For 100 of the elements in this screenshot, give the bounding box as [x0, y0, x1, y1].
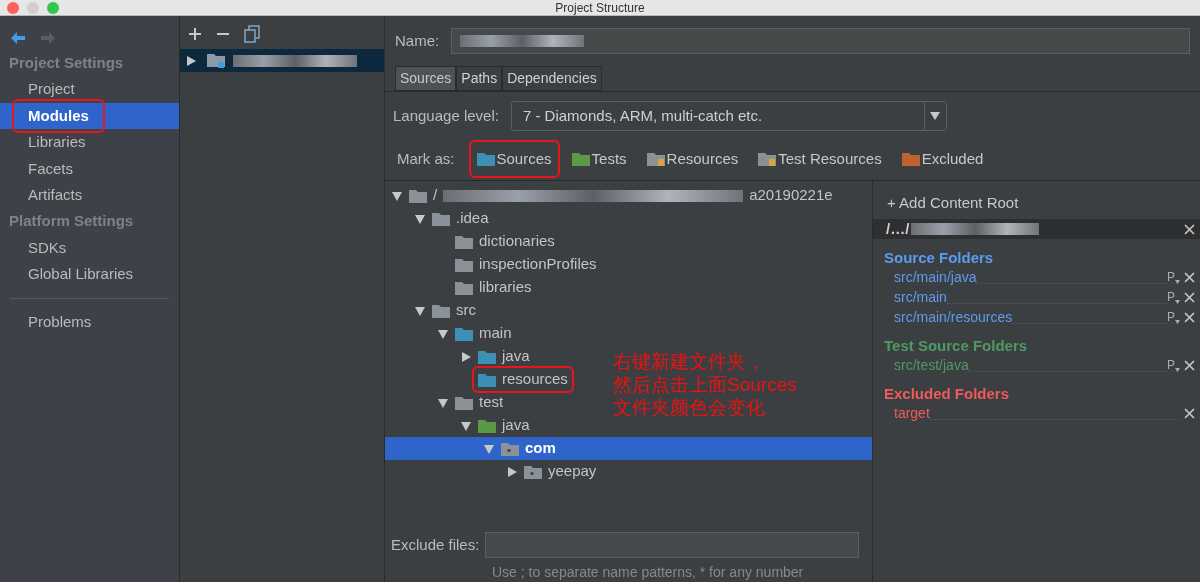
- name-label: Name:: [395, 30, 440, 51]
- tree-label: a20190221e: [749, 185, 833, 206]
- folder-icon: [478, 418, 496, 433]
- folder-icon: [478, 372, 496, 387]
- caret-down-icon[interactable]: [460, 419, 472, 432]
- tab[interactable]: Paths: [456, 66, 503, 91]
- caret-down-icon: [1175, 368, 1180, 372]
- tree-label: test: [479, 392, 504, 413]
- tree-item[interactable]: java: [474, 414, 534, 437]
- window-title: Project Structure: [554, 0, 646, 17]
- close-icon[interactable]: [1184, 359, 1195, 371]
- sidebar-item[interactable]: Project: [0, 76, 179, 103]
- package-prefix-button[interactable]: P: [1167, 288, 1180, 306]
- caret-right-icon[interactable]: [185, 54, 197, 67]
- folder-icon: [455, 280, 473, 295]
- tab[interactable]: Sources: [395, 66, 457, 91]
- copy-icon[interactable]: [244, 25, 260, 43]
- caret-down-icon: [1175, 300, 1180, 304]
- folder-path: src/main: [894, 287, 947, 307]
- folder-icon: [409, 188, 427, 203]
- tree-item[interactable]: dictionaries: [451, 230, 559, 253]
- caret-right-icon[interactable]: [460, 350, 472, 363]
- section-heading: Excluded Folders: [883, 384, 1011, 403]
- folder-icon: [476, 152, 495, 166]
- folder-path: src/main/resources: [894, 307, 1013, 327]
- mark-as-button[interactable]: Test Resources: [752, 141, 888, 177]
- sidebar-item[interactable]: Global Libraries: [0, 261, 179, 288]
- tree-item[interactable]: java: [474, 345, 534, 368]
- close-icon[interactable]: [1184, 407, 1195, 419]
- content-root-path: /…/: [886, 218, 910, 239]
- caret-down-icon: [1175, 320, 1180, 324]
- sidebar-item[interactable]: Facets: [0, 155, 179, 182]
- folder-icon: [478, 349, 496, 364]
- tree-item[interactable]: / a20190221e: [405, 184, 837, 207]
- tree-item[interactable]: inspectionProfiles: [451, 253, 601, 276]
- section-heading: Test Source Folders: [883, 336, 1029, 355]
- mark-as-button[interactable]: Excluded: [895, 141, 990, 177]
- package-prefix-button[interactable]: P: [1167, 356, 1180, 374]
- folder-icon: [455, 234, 473, 249]
- add-content-root-button[interactable]: + Add Content Root: [873, 191, 1200, 215]
- folder-icon: [524, 464, 542, 479]
- mark-as-label: Mark as:: [397, 148, 455, 169]
- caret-down-icon: [930, 112, 941, 120]
- sidebar-item[interactable]: Problems: [0, 308, 179, 335]
- sidebar-heading: Project Settings: [8, 52, 125, 73]
- caret-down-icon[interactable]: [414, 304, 426, 317]
- sidebar-item[interactable]: Artifacts: [0, 182, 179, 209]
- package-prefix-button[interactable]: P: [1167, 268, 1180, 286]
- close-icon[interactable]: [1184, 291, 1195, 303]
- caret-right-icon[interactable]: [506, 465, 518, 478]
- back-arrow-icon[interactable]: [10, 31, 26, 45]
- folder-icon: [455, 395, 473, 410]
- folder-icon: [432, 303, 450, 318]
- close-icon[interactable]: [1184, 311, 1195, 323]
- tree-item[interactable]: resources: [474, 368, 572, 391]
- close-icon[interactable]: [1184, 271, 1195, 283]
- annotation-text: 右键新建文件夹， 然后点击上面Sources 文件夹颜色会变化: [613, 350, 797, 419]
- name-field[interactable]: [451, 28, 1190, 54]
- caret-down-icon: [1175, 280, 1180, 284]
- tree-label: src: [456, 300, 476, 321]
- caret-down-icon[interactable]: [437, 327, 449, 340]
- tree-label: java: [502, 415, 530, 436]
- tree-item[interactable]: src: [428, 299, 480, 322]
- caret-down-icon[interactable]: [437, 396, 449, 409]
- tree-item[interactable]: .idea: [428, 207, 493, 230]
- exclude-files-hint: Use ; to separate name patterns, * for any number: [491, 563, 805, 582]
- package-prefix-button[interactable]: P: [1167, 308, 1180, 326]
- tree-label: inspectionProfiles: [479, 254, 597, 275]
- caret-down-icon[interactable]: [391, 189, 403, 202]
- tree-item[interactable]: yeepay: [520, 460, 601, 483]
- caret-down-icon[interactable]: [483, 442, 495, 455]
- tree-label: com: [525, 438, 556, 459]
- exclude-files-field[interactable]: [485, 532, 860, 558]
- tree-label: main: [479, 323, 512, 344]
- tree-item[interactable]: libraries: [451, 276, 536, 299]
- sidebar-item[interactable]: SDKs: [0, 234, 179, 261]
- sidebar-heading: Platform Settings: [8, 211, 135, 232]
- tree-label: java: [502, 346, 530, 367]
- mark-as-button[interactable]: Resources: [640, 141, 745, 177]
- tree-item[interactable]: com: [497, 437, 560, 460]
- module-folder-icon: [207, 53, 225, 68]
- folder-icon: [432, 211, 450, 226]
- section-heading: Source Folders: [883, 248, 995, 267]
- module-row[interactable]: [180, 49, 384, 72]
- mark-as-button[interactable]: Sources: [470, 141, 558, 177]
- add-icon[interactable]: [188, 27, 202, 41]
- tab[interactable]: Dependencies: [502, 66, 602, 91]
- tree-label: dictionaries: [479, 231, 555, 252]
- folder-path: target: [894, 403, 930, 423]
- tree-item[interactable]: test: [451, 391, 508, 414]
- language-level-dropdown[interactable]: 7 - Diamonds, ARM, multi-catch etc.: [510, 101, 947, 131]
- sidebar-item[interactable]: Libraries: [0, 129, 179, 156]
- close-icon[interactable]: [1184, 223, 1195, 235]
- tree-label: /: [433, 185, 438, 206]
- tree-label: yeepay: [548, 461, 597, 482]
- mark-as-button[interactable]: Tests: [565, 141, 633, 177]
- caret-down-icon[interactable]: [414, 212, 426, 225]
- tree-label: libraries: [479, 277, 532, 298]
- tree-item[interactable]: main: [451, 322, 516, 345]
- folder-icon: [646, 152, 665, 166]
